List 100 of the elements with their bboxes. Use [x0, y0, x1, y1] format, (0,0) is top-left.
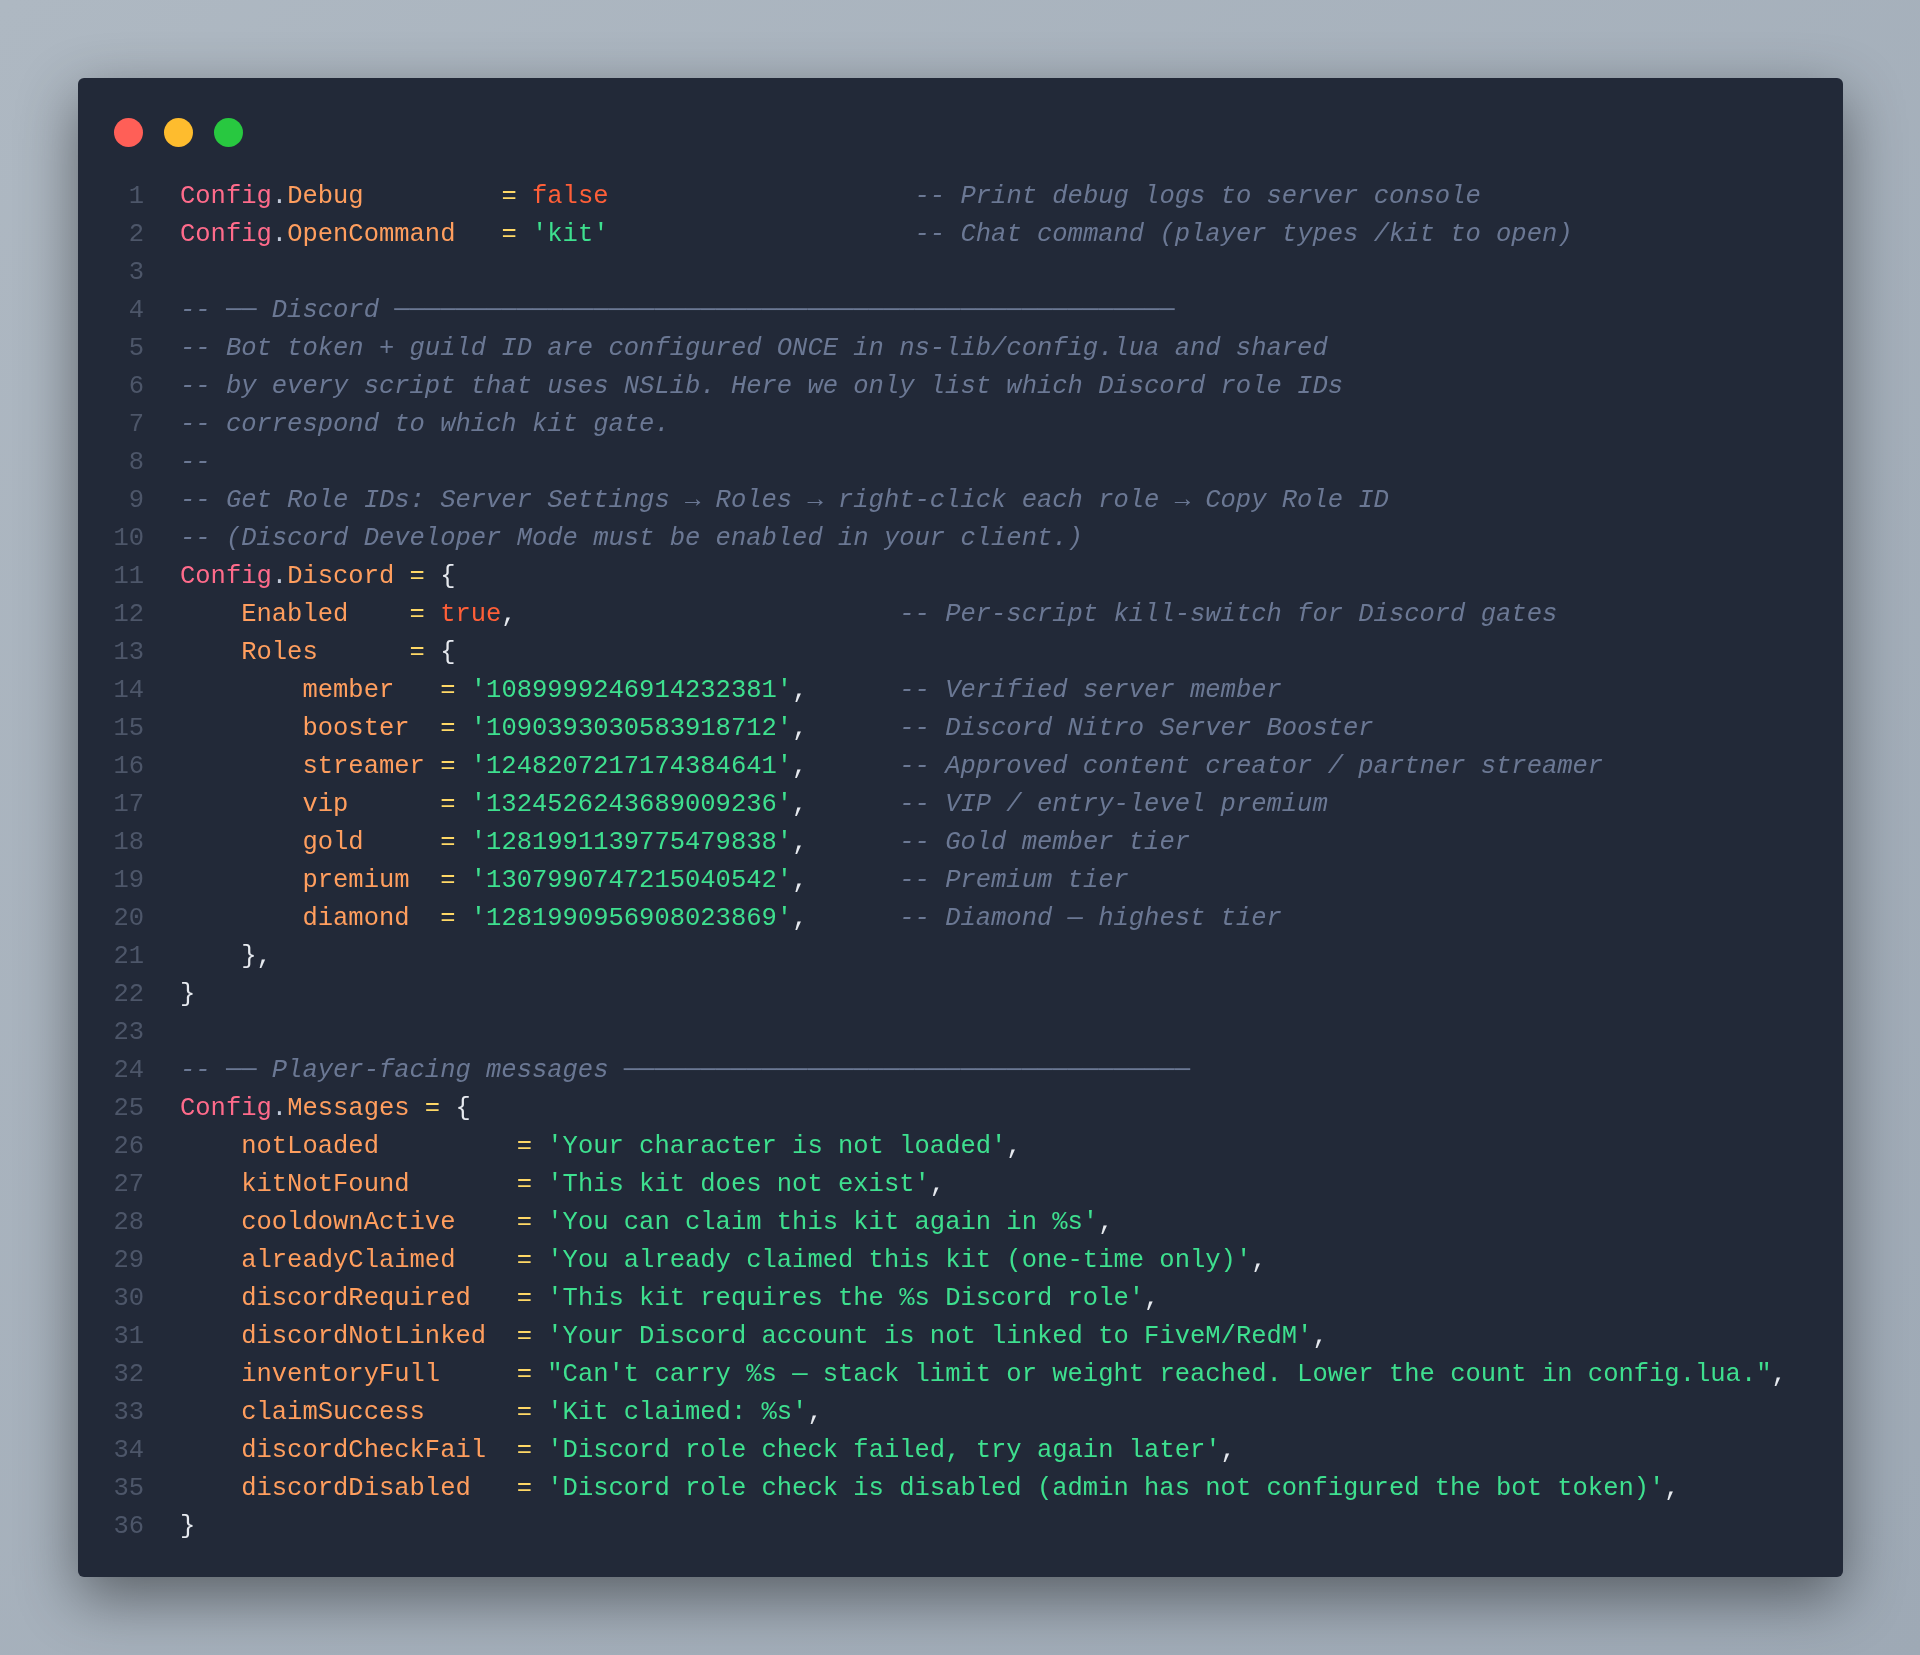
code-comment: -- VIP / entry-level premium	[898, 789, 1328, 821]
code-text: ,	[1098, 1207, 1114, 1239]
code-text: ,	[792, 827, 808, 859]
code-operator: =	[439, 675, 456, 707]
code-text: ,	[1251, 1245, 1267, 1277]
code-key: booster	[180, 710, 410, 748]
code-key: discordRequired	[180, 1280, 471, 1318]
code-text: ,	[1144, 1283, 1160, 1315]
code-text: {	[439, 637, 456, 669]
code-boolean: true	[439, 599, 502, 631]
code-comment: -- Premium tier	[898, 865, 1129, 897]
code-text: {	[454, 1093, 471, 1125]
code-comment: -- Get Role IDs: Server Settings → Roles → right-click each role → Copy Role ID	[180, 485, 1389, 517]
code-text: ,	[792, 789, 808, 821]
code-operator: =	[515, 1245, 532, 1277]
code-string: 'Your character is not loaded'	[546, 1131, 1007, 1163]
code-key: inventoryFull	[180, 1356, 441, 1394]
code-operator: =	[515, 1283, 532, 1315]
code-comment: -- Bot token + guild ID are configured ONCE in ns-lib/config.lua and shared	[180, 333, 1328, 365]
code-key: Discord	[287, 558, 395, 596]
code-operator: =	[515, 1473, 532, 1505]
code-text: ,	[792, 751, 808, 783]
code-text: {	[439, 561, 456, 593]
code-string: "Can't carry %s — stack limit or weight reached. Lower the count in config.lua."	[546, 1359, 1772, 1391]
code-text: ,	[1312, 1321, 1328, 1353]
code-text: ,	[1664, 1473, 1680, 1505]
code-string: '1281990956908023869'	[469, 903, 793, 935]
code-comment: -- (Discord Developer Mode must be enabled in your client.)	[180, 523, 1083, 555]
code-key: Roles	[180, 634, 318, 672]
code-text: }	[180, 1511, 196, 1543]
code-text: ,	[792, 713, 808, 745]
code-operator: =	[515, 1131, 532, 1163]
code-string: '1281991139775479838'	[469, 827, 793, 859]
code-comment: -- Chat command (player types /kit to open)	[913, 219, 1573, 251]
code-key: Debug	[287, 178, 364, 216]
code-string: '1089999246914232381'	[469, 675, 793, 707]
code-key: notLoaded	[180, 1128, 379, 1166]
code-identifier: Config	[180, 181, 272, 213]
code-string: 'This kit does not exist'	[546, 1169, 930, 1201]
code-key: member	[180, 672, 395, 710]
code-key: discordCheckFail	[180, 1432, 487, 1470]
code-comment: -- Per-script kill-switch for Discord gates	[898, 599, 1558, 631]
code-text: ,	[792, 903, 808, 935]
code-key: discordNotLinked	[180, 1318, 487, 1356]
code-identifier: Config	[180, 219, 272, 251]
code-comment: -- Approved content creator / partner streamer	[898, 751, 1604, 783]
code-operator: =	[439, 827, 456, 859]
code-operator: =	[423, 1093, 441, 1125]
code-string: 'Kit claimed: %s'	[546, 1397, 808, 1429]
code-key: discordDisabled	[180, 1470, 471, 1508]
code-comment: -- ── Player-facing messages ─────────────────────────────────────	[180, 1055, 1190, 1087]
code-operator: =	[439, 713, 456, 745]
code-operator: =	[439, 789, 456, 821]
code-key: OpenCommand	[287, 216, 456, 254]
code-operator: =	[500, 219, 517, 251]
code-operator: =	[408, 599, 425, 631]
code-text: ,	[1220, 1435, 1236, 1467]
code-text: }	[180, 979, 196, 1011]
code-string: 'You already claimed this kit (one-time only)'	[546, 1245, 1252, 1277]
code-string: '1307990747215040542'	[469, 865, 793, 897]
code-identifier: Config	[180, 561, 272, 593]
code-comment: --	[180, 447, 211, 479]
code-operator: =	[439, 751, 456, 783]
code-key: alreadyClaimed	[180, 1242, 456, 1280]
code-operator: =	[439, 865, 456, 897]
code-string: '1090393030583918712'	[469, 713, 793, 745]
code-key: claimSuccess	[180, 1394, 425, 1432]
code-string: '1248207217174384641'	[469, 751, 793, 783]
code-text: ,	[501, 599, 517, 631]
code-comment: -- Discord Nitro Server Booster	[898, 713, 1374, 745]
code-comment: -- Verified server member	[898, 675, 1282, 707]
code-text: ,	[1771, 1359, 1787, 1391]
code-text: ,	[792, 865, 808, 897]
code-string: '1324526243689009236'	[469, 789, 793, 821]
code-text: ,	[1006, 1131, 1022, 1163]
code-identifier: Config	[180, 1093, 272, 1125]
code-key: streamer	[180, 748, 425, 786]
code-key: diamond	[180, 900, 410, 938]
code-comment: -- ── Discord ───────────────────────────────────────────────────	[180, 295, 1175, 327]
code-operator: =	[515, 1321, 532, 1353]
code-punctuation: .	[271, 219, 288, 251]
code-text: ,	[792, 675, 808, 707]
code-text: ,	[807, 1397, 823, 1429]
code-key: Messages	[287, 1090, 410, 1128]
code-string: 'kit'	[531, 219, 609, 251]
code-string: 'You can claim this kit again in %s'	[546, 1207, 1099, 1239]
code-operator: =	[439, 903, 456, 935]
code-string: 'Discord role check failed, try again later'	[546, 1435, 1221, 1467]
code-key: gold	[180, 824, 364, 862]
code-operator: =	[500, 181, 517, 213]
code-string: 'Discord role check is disabled (admin has not configured the bot token)'	[546, 1473, 1665, 1505]
code-key: cooldownActive	[180, 1204, 456, 1242]
code-comment: -- Diamond — highest tier	[898, 903, 1282, 935]
code-punctuation: .	[271, 561, 288, 593]
code-string: 'Your Discord account is not linked to FiveM/RedM'	[546, 1321, 1313, 1353]
code-operator: =	[515, 1169, 532, 1201]
code-key: vip	[180, 786, 349, 824]
code-string: 'This kit requires the %s Discord role'	[546, 1283, 1145, 1315]
code-comment: -- Print debug logs to server console	[913, 181, 1481, 213]
code-operator: =	[515, 1397, 532, 1429]
